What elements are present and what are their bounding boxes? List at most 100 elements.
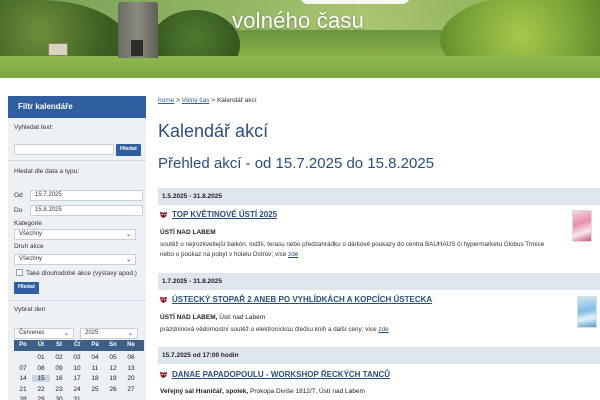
breadcrumb-section-link[interactable]: Volný čas [182,97,210,104]
calendar-day[interactable]: 13 [122,365,140,372]
long-term-checkbox[interactable] [16,269,23,276]
calendar-day[interactable]: 04 [86,354,104,361]
chevron-down-icon: ⌄ [125,257,131,263]
page: volného času Filtr kalendáře Vyhledat te… [0,0,600,400]
weekday-label: St [56,342,62,348]
weekday-label: Po [19,342,27,348]
breadcrumb-separator: > [174,97,182,104]
filter-button[interactable]: Hledat [14,282,39,294]
calendar-day[interactable]: 14 [14,375,32,382]
event-date-bar: 1.5.2025 - 31.8.2025 [158,188,600,205]
event-thumbnail[interactable] [577,296,597,328]
calendar-day[interactable]: 11 [86,365,104,372]
theater-mask-icon [159,211,168,219]
calendar-day[interactable]: 26 [104,386,122,393]
page-title: Kalendář akcí [158,121,269,141]
calendar-day[interactable]: 30 [50,396,68,400]
search-button[interactable]: Hledat [116,144,141,156]
year-select-value: 2025 [85,330,99,336]
calendar-day[interactable]: 07 [14,365,32,372]
calendar-day[interactable]: 06 [122,354,140,361]
calendar-day[interactable]: 08 [32,365,50,372]
event-location-town: ÚSTÍ NAD LABEM [160,229,216,236]
calendar-day[interactable]: 10 [68,365,86,372]
event-date-bar: 15.7.2025 od 17:00 hodin [158,347,600,364]
banner-subtitle: volného času [232,8,365,33]
chevron-down-icon: ⌄ [127,331,133,337]
event-description-text: soutěž o nejrozkvetlejší balkón, lodžii,… [160,241,545,258]
calendar-day[interactable]: 15 [32,375,50,382]
sidebar-divider [8,160,146,161]
event-description-text: prázdninová vědomostní soutěž o elektron… [160,326,377,333]
event-location-town: ÚSTÍ NAD LABEM, [160,314,218,321]
date-type-label: Hledat dle data a typu: [14,168,80,175]
breadcrumb: home > Volný čas > Kalendář akcí [158,97,257,104]
theater-mask-icon [159,371,168,379]
year-select[interactable]: 2025 ⌄ [80,328,138,339]
weekday-label: Pá [91,342,99,348]
calendar-day[interactable]: 18 [86,375,104,382]
calendar-day[interactable]: 29 [32,396,50,400]
calendar-day[interactable]: 23 [50,386,68,393]
calendar-day[interactable]: 05 [104,354,122,361]
breadcrumb-separator: > [209,97,217,104]
calendar-weekday-header: Po Út St Čt Pá So Ne [14,340,144,351]
calendar-day[interactable]: 17 [68,375,86,382]
weekday-label: Ne [127,342,135,348]
event-date-bar: 1.7.2025 - 31.8.2025 [158,273,600,290]
month-select-value: Červenec [19,330,45,336]
event-description: soutěž o nejrozkvetlejší balkón, lodžii,… [160,240,560,260]
type-select[interactable]: Všechny ⌄ [14,254,136,265]
month-select[interactable]: Červenec ⌄ [14,328,74,339]
long-term-label: Také dlouhodobé akce (výstavy apod.) [26,270,137,277]
calendar-day[interactable]: 25 [86,386,104,393]
category-select[interactable]: Všechny ⌄ [14,229,136,240]
calendar-day[interactable]: 12 [104,365,122,372]
from-date-field[interactable]: 15.7.2025 [30,190,143,201]
event-location: ÚSTÍ NAD LABEM [160,229,216,236]
event-thumbnail[interactable] [572,210,592,242]
search-label: Vyhledat text: [14,124,54,131]
search-input[interactable] [14,144,114,155]
chevron-down-icon: ⌄ [63,331,69,337]
calendar-day[interactable]: 16 [50,375,68,382]
event-location: ÚSTÍ NAD LABEM, Ústí nad Labem [160,314,265,321]
event-title-link[interactable]: ÚSTECKÝ STOPAŘ 2 ANEB PO VYHLÍDKÁCH A KO… [172,295,432,304]
banner-tower-door [131,40,143,56]
breadcrumb-home-link[interactable]: home [158,97,174,104]
weekday-label: So [109,342,117,348]
calendar-day[interactable]: 19 [104,375,122,382]
from-label: Od [14,192,23,199]
category-label: Kategorie [14,220,42,227]
calendar-day[interactable]: 28 [14,396,32,400]
event-more-link[interactable]: zde [288,251,298,258]
calendar-day[interactable]: 27 [122,386,140,393]
to-label: Do [14,207,23,214]
type-label: Druh akce [14,243,44,250]
pick-day-label: Vybrat den [14,306,46,313]
event-more-link[interactable]: zde [378,326,388,333]
type-select-value: Všechny [19,256,43,262]
calendar-day[interactable]: 02 [50,354,68,361]
event-location: Veřejný sál Hraničář, spolek, Prokopa Di… [160,388,365,395]
calendar-day[interactable]: 22 [32,386,50,393]
calendar-day[interactable]: 31 [68,396,86,400]
calendar-day[interactable]: 09 [50,365,68,372]
event-location-rest: Prokopa Diviše 1812/7, Ústí nad Labem [248,388,365,395]
chevron-down-icon: ⌄ [125,232,131,238]
banner-sign [48,43,68,56]
calendar-day[interactable]: 20 [122,375,140,382]
to-date-field[interactable]: 15.8.2025 [30,205,143,216]
event-title-link[interactable]: DANAE PAPADOPOULU - WORKSHOP ŘECKÝCH TAN… [172,370,390,379]
breadcrumb-current: Kalendář akcí [216,97,257,104]
calendar-day[interactable]: 01 [32,354,50,361]
calendar-day[interactable]: 24 [68,386,86,393]
calendar-day[interactable]: 21 [14,386,32,393]
calendar-day[interactable]: 03 [68,354,86,361]
page-subtitle: Přehled akcí - od 15.7.2025 do 15.8.2025 [158,155,435,172]
weekday-label: Čt [73,342,81,348]
sidebar-divider [8,300,146,301]
event-location-rest: Ústí nad Labem [217,314,266,321]
theater-mask-icon [159,296,168,304]
event-title-link[interactable]: TOP KVĚTINOVÉ ÚSTÍ 2025 [172,210,277,219]
